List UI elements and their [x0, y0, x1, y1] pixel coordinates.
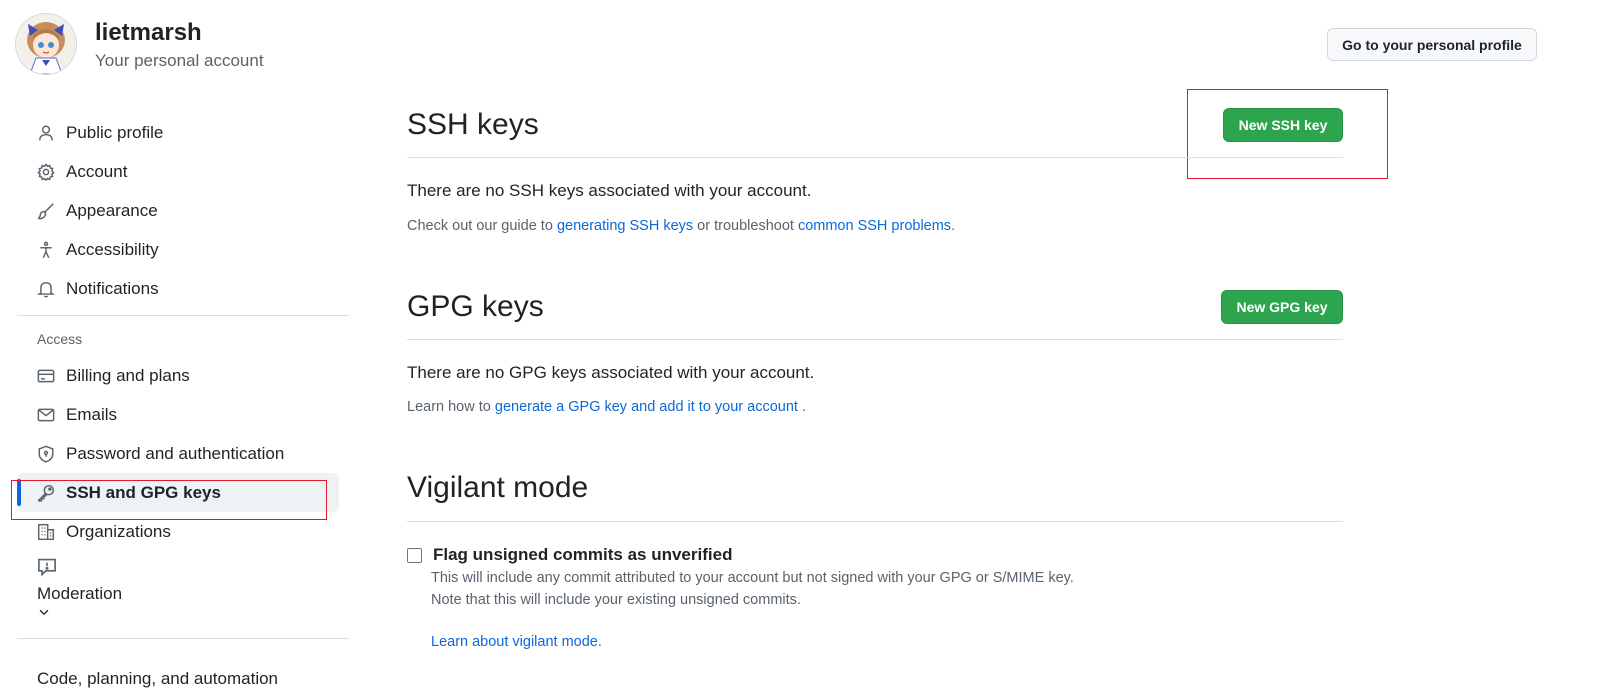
- common-ssh-problems-link[interactable]: common SSH problems: [798, 218, 951, 234]
- sidebar-item-label: Moderation: [37, 584, 123, 603]
- gpg-empty-text: There are no GPG keys associated with yo…: [407, 363, 815, 382]
- section-divider: [407, 339, 1343, 340]
- sidebar-item-label: Emails: [66, 404, 118, 424]
- organization-icon: [37, 523, 55, 541]
- generating-ssh-keys-link[interactable]: generating SSH keys: [557, 218, 693, 234]
- section-divider: [407, 157, 1343, 158]
- user-avatar[interactable]: [16, 14, 76, 74]
- vigilant-mode-checkbox[interactable]: [407, 547, 422, 563]
- generate-gpg-key-link[interactable]: generate a GPG key and add it to your ac…: [495, 399, 798, 415]
- sidebar-item-label: Public profile: [66, 122, 164, 142]
- account-username: lietmarsh: [95, 19, 202, 46]
- sidebar-item-appearance[interactable]: Appearance: [17, 191, 349, 230]
- sidebar-item-label: Password and authentication: [66, 443, 285, 463]
- sidebar-item-accessibility[interactable]: Accessibility: [17, 230, 349, 269]
- new-ssh-key-button[interactable]: New SSH key: [1223, 108, 1343, 142]
- sidebar-item-emails[interactable]: Emails: [17, 395, 349, 434]
- vigilant-mode-option: Flag unsigned commits as unverified: [407, 545, 732, 565]
- vigilant-mode-title: Vigilant mode: [407, 471, 589, 504]
- sidebar-item-public-profile[interactable]: Public profile: [17, 113, 349, 152]
- sidebar-item-label: SSH and GPG keys: [66, 482, 221, 502]
- gpg-keys-title: GPG keys: [407, 290, 544, 323]
- gpg-learn-text: Learn how to generate a GPG key and add …: [407, 399, 807, 415]
- sidebar-item-label: Billing and plans: [66, 365, 190, 385]
- paintbrush-icon: [37, 202, 55, 220]
- sidebar-item-notifications[interactable]: Notifications: [17, 269, 349, 308]
- sidebar-item-moderation[interactable]: Moderation: [17, 551, 349, 624]
- settings-sidebar: Public profile Account Appearance Access…: [17, 113, 349, 639]
- chevron-down-icon[interactable]: [37, 604, 349, 624]
- sidebar-item-password[interactable]: Password and authentication: [17, 434, 349, 473]
- ssh-keys-title: SSH keys: [407, 108, 539, 141]
- vigilant-mode-description-line2: Note that this will include your existin…: [431, 592, 801, 608]
- sidebar-heading-code-planning: Code, planning, and automation: [37, 669, 279, 688]
- go-to-profile-button[interactable]: Go to your personal profile: [1327, 28, 1537, 61]
- sidebar-heading-access: Access: [37, 331, 83, 347]
- report-icon: [37, 557, 349, 582]
- sidebar-item-organizations[interactable]: Organizations: [17, 512, 349, 551]
- gear-icon: [37, 162, 55, 181]
- sidebar-item-billing[interactable]: Billing and plans: [17, 356, 349, 395]
- sidebar-item-label: Notifications: [66, 278, 159, 298]
- sidebar-item-ssh-gpg-keys[interactable]: SSH and GPG keys: [17, 473, 339, 512]
- person-icon: [37, 124, 55, 142]
- key-icon: [37, 484, 55, 502]
- shield-lock-icon: [37, 445, 55, 463]
- vigilant-mode-checkbox-label[interactable]: Flag unsigned commits as unverified: [433, 545, 732, 565]
- sidebar-divider: [17, 638, 349, 639]
- ssh-empty-text: There are no SSH keys associated with yo…: [407, 181, 812, 200]
- accessibility-icon: [37, 241, 55, 259]
- section-divider: [407, 521, 1343, 522]
- vigilant-mode-description-line1: This will include any commit attributed …: [431, 570, 1074, 586]
- ssh-guide-text: Check out our guide to generating SSH ke…: [407, 218, 956, 234]
- credit-card-icon: [37, 367, 55, 385]
- bell-icon: [37, 280, 55, 298]
- new-gpg-key-button[interactable]: New GPG key: [1221, 290, 1343, 324]
- sidebar-item-label: Accessibility: [66, 239, 159, 259]
- sidebar-item-label: Organizations: [66, 521, 171, 541]
- sidebar-item-label: Appearance: [66, 200, 158, 220]
- sidebar-item-account[interactable]: Account: [17, 152, 349, 191]
- mail-icon: [37, 406, 55, 424]
- account-subtitle: Your personal account: [95, 51, 264, 70]
- learn-vigilant-mode-link[interactable]: Learn about vigilant mode.: [431, 634, 602, 650]
- sidebar-item-label: Account: [66, 161, 128, 181]
